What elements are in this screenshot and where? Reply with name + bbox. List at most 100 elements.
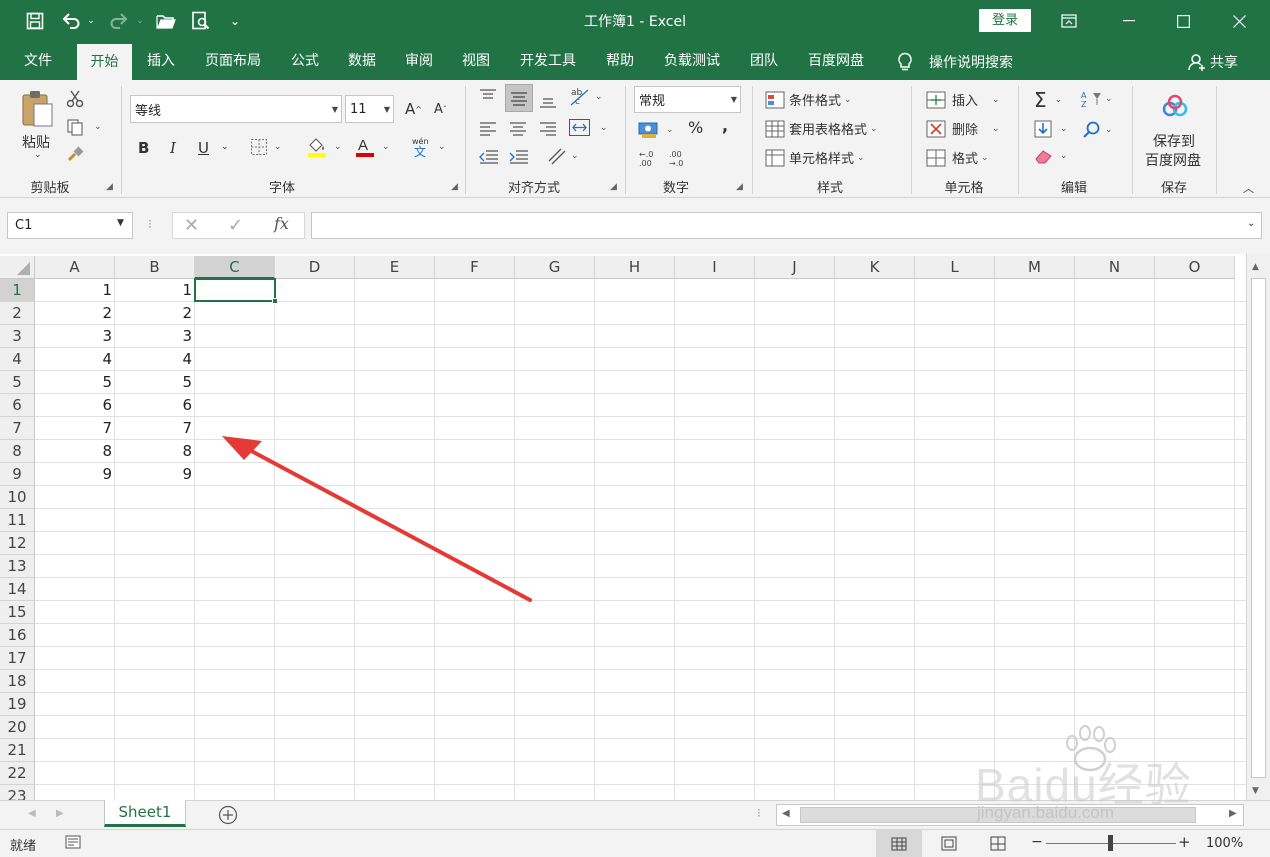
tab-insert[interactable]: 插入 <box>137 42 185 80</box>
row-header-10[interactable]: 10 <box>0 486 35 509</box>
cell-a2[interactable]: 2 <box>35 302 115 325</box>
merge-center-icon[interactable]: ⌄ <box>568 118 608 138</box>
comma-button[interactable]: , <box>722 116 728 135</box>
row-header-16[interactable]: 16 <box>0 624 35 647</box>
save-to-baidu-line1[interactable]: 保存到 <box>1153 131 1195 151</box>
paste-dropdown-icon[interactable]: ⌄ <box>34 150 42 160</box>
row-header-14[interactable]: 14 <box>0 578 35 601</box>
percent-button[interactable]: % <box>688 118 703 137</box>
name-box-dropdown-icon[interactable]: ▼ <box>117 218 124 228</box>
vertical-scrollbar[interactable]: ▲ ▼ <box>1246 254 1270 800</box>
format-painter-icon[interactable] <box>66 146 84 164</box>
cell-b4[interactable]: 4 <box>115 348 195 371</box>
tab-split-grip-icon[interactable]: ⁝ <box>757 806 761 820</box>
sort-filter-icon[interactable]: A Z ⌄ <box>1080 90 1113 108</box>
row-header-3[interactable]: 3 <box>0 325 35 348</box>
collapse-ribbon-icon[interactable]: ︿ <box>1243 180 1254 196</box>
find-select-icon[interactable]: ⌄ <box>1082 120 1113 140</box>
column-header-m[interactable]: M <box>995 256 1075 279</box>
column-header-b[interactable]: B <box>115 256 195 279</box>
enter-icon[interactable]: ✓ <box>228 215 243 236</box>
close-icon[interactable] <box>1216 0 1262 42</box>
cell-b7[interactable]: 7 <box>115 417 195 440</box>
tab-baidu-netdisk[interactable]: 百度网盘 <box>800 42 872 80</box>
cut-icon[interactable] <box>66 90 84 108</box>
delete-cells-button[interactable]: 删除 ⌄ <box>926 119 1000 138</box>
cell-a9[interactable]: 9 <box>35 463 115 486</box>
tab-load-test[interactable]: 负载测试 <box>656 42 728 80</box>
number-format-select[interactable]: 常规 ▼ <box>634 86 741 113</box>
cancel-icon[interactable]: ✕ <box>184 215 199 236</box>
page-break-view-icon[interactable] <box>990 836 1006 851</box>
column-header-a[interactable]: A <box>35 256 115 279</box>
row-header-23[interactable]: 23 <box>0 785 35 800</box>
cell-a1[interactable]: 1 <box>35 279 115 302</box>
column-header-k[interactable]: K <box>835 256 915 279</box>
row-header-1[interactable]: 1 <box>0 279 35 302</box>
row-header-4[interactable]: 4 <box>0 348 35 371</box>
paste-button[interactable]: 粘贴 <box>22 132 50 152</box>
cell-a5[interactable]: 5 <box>35 371 115 394</box>
clipboard-launcher-icon[interactable]: ◢ <box>106 182 113 192</box>
tab-file[interactable]: 文件 <box>14 42 62 80</box>
fill-color-icon[interactable]: ⌄ <box>306 136 342 158</box>
zoom-level[interactable]: 100% <box>1206 836 1243 851</box>
conditional-formatting-button[interactable]: 条件格式 ⌄ <box>765 90 852 109</box>
insert-cells-button[interactable]: 插入 ⌄ <box>926 90 1000 109</box>
top-align-icon[interactable] <box>478 88 498 104</box>
decrease-indent-icon[interactable] <box>478 148 500 164</box>
macro-record-icon[interactable] <box>65 835 81 849</box>
cell-b3[interactable]: 3 <box>115 325 195 348</box>
decrease-font-icon[interactable]: Aˇ <box>434 102 447 117</box>
tab-help[interactable]: 帮助 <box>596 42 644 80</box>
row-header-5[interactable]: 5 <box>0 371 35 394</box>
column-header-j[interactable]: J <box>755 256 835 279</box>
fill-icon[interactable]: ⌄ <box>1034 120 1068 138</box>
alignment-launcher-icon[interactable]: ◢ <box>610 182 617 192</box>
column-header-n[interactable]: N <box>1075 256 1155 279</box>
format-as-table-button[interactable]: 套用表格格式 ⌄ <box>765 119 878 138</box>
font-color-icon[interactable]: A ⌄ <box>354 136 390 158</box>
increase-decimal-icon[interactable]: ←.0.00 <box>638 148 662 168</box>
zoom-in-icon[interactable]: + <box>1178 833 1191 851</box>
row-header-2[interactable]: 2 <box>0 302 35 325</box>
worksheet-grid[interactable]: A B C D E F G H I J K L M N O 1 2 3 4 5 6 7 8 9 10 11 12 13 14 15 16 17… <box>0 254 1246 800</box>
cell-a7[interactable]: 7 <box>35 417 115 440</box>
active-cell-c1[interactable] <box>194 278 276 302</box>
column-header-g[interactable]: G <box>515 256 595 279</box>
underline-dropdown-icon[interactable]: ⌄ <box>221 142 229 152</box>
borders-icon[interactable]: ⌄ <box>250 138 282 156</box>
tab-developer[interactable]: 开发工具 <box>512 42 584 80</box>
insert-function-button[interactable]: fx <box>274 214 289 233</box>
tab-view[interactable]: 视图 <box>452 42 500 80</box>
row-header-13[interactable]: 13 <box>0 555 35 578</box>
cell-b8[interactable]: 8 <box>115 440 195 463</box>
row-header-15[interactable]: 15 <box>0 601 35 624</box>
orientation-icon[interactable]: ab c ⌄ <box>568 86 603 108</box>
prev-sheet-icon[interactable]: ◀ <box>28 808 36 819</box>
paste-icon[interactable] <box>20 90 54 128</box>
align-right-icon[interactable] <box>538 120 558 136</box>
maximize-icon[interactable] <box>1160 0 1206 42</box>
row-header-12[interactable]: 12 <box>0 532 35 555</box>
expand-formula-bar-icon[interactable]: ⌄ <box>1247 218 1255 229</box>
tab-page-layout[interactable]: 页面布局 <box>198 42 268 80</box>
tab-team[interactable]: 团队 <box>740 42 788 80</box>
save-to-baidu-line2[interactable]: 百度网盘 <box>1145 150 1201 170</box>
tab-data[interactable]: 数据 <box>338 42 386 80</box>
row-header-22[interactable]: 22 <box>0 762 35 785</box>
zoom-slider-thumb[interactable] <box>1108 835 1113 851</box>
cell-a8[interactable]: 8 <box>35 440 115 463</box>
row-header-11[interactable]: 11 <box>0 509 35 532</box>
name-box[interactable]: C1 <box>7 212 133 239</box>
scroll-left-icon[interactable]: ◀ <box>782 808 790 819</box>
row-header-18[interactable]: 18 <box>0 670 35 693</box>
increase-font-icon[interactable]: A ^ <box>405 100 422 118</box>
row-header-17[interactable]: 17 <box>0 647 35 670</box>
column-header-c[interactable]: C <box>195 256 275 279</box>
sheet-tab-sheet1[interactable]: Sheet1 <box>104 800 186 827</box>
cell-b5[interactable]: 5 <box>115 371 195 394</box>
tab-formulas[interactable]: 公式 <box>281 42 329 80</box>
cell-b2[interactable]: 2 <box>115 302 195 325</box>
increase-indent-icon[interactable] <box>508 148 530 164</box>
